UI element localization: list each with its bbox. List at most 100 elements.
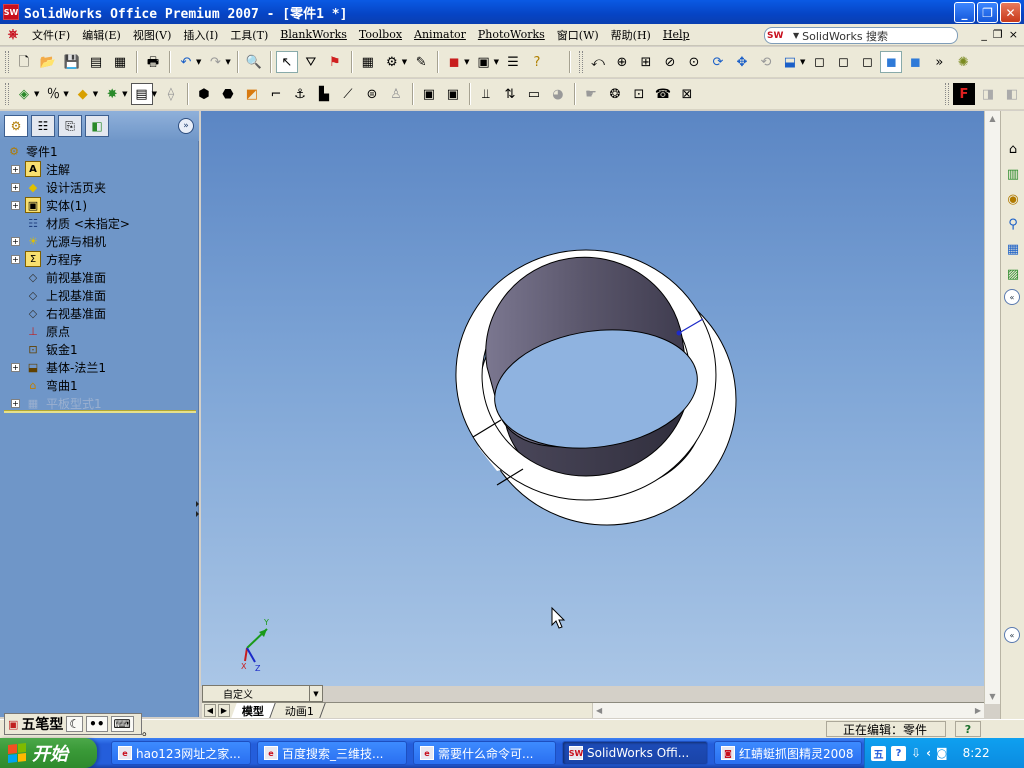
menu-tools[interactable]: 工具(T) bbox=[224, 27, 274, 43]
punctuation-icon[interactable]: •• bbox=[86, 716, 108, 732]
open-icon[interactable]: 📂 bbox=[37, 51, 59, 73]
zoom-area-icon[interactable]: ⊞ bbox=[635, 51, 657, 73]
ime-toolbar[interactable]: ▣ 五笔型 ☾ •• ⌨ bbox=[4, 713, 142, 735]
scroll-right-icon[interactable]: ▶ bbox=[975, 706, 981, 715]
tree-item-material[interactable]: ☷ 材质 <未指定> bbox=[0, 214, 199, 232]
chevron-down-icon[interactable]: ▼ bbox=[63, 90, 68, 98]
menu-animator[interactable]: Animator bbox=[408, 28, 472, 41]
view-orient-icon[interactable]: ▣ bbox=[473, 51, 495, 73]
tree-item-flat-bend[interactable]: ⌂ 弯曲1 bbox=[0, 376, 199, 394]
sketch-icon[interactable]: ✎ bbox=[410, 51, 432, 73]
restore-button[interactable]: ❐ bbox=[977, 2, 998, 23]
panel-splitter[interactable] bbox=[196, 501, 200, 527]
chevron-down-icon[interactable]: ▼ bbox=[309, 686, 322, 701]
simple-hole-icon[interactable]: ☛ bbox=[580, 83, 602, 105]
properties-icon[interactable]: ☰ bbox=[502, 51, 524, 73]
forming-tool-icon[interactable]: ⊜ bbox=[361, 83, 383, 105]
rotate-icon[interactable]: ⟳ bbox=[707, 51, 729, 73]
shaded-icon[interactable]: ◼ bbox=[904, 51, 926, 73]
chevron-down-icon[interactable]: ▼ bbox=[122, 90, 127, 98]
search-solidworks-icon[interactable]: SW bbox=[767, 28, 793, 43]
expand-icon[interactable]: + bbox=[11, 183, 20, 192]
zoom-inout-icon[interactable]: ⊘ bbox=[659, 51, 681, 73]
edge-flange-icon[interactable]: ⬢ bbox=[193, 83, 215, 105]
collapse-panel-icon[interactable]: » bbox=[178, 118, 194, 134]
scroll-down-icon[interactable]: ▼ bbox=[985, 689, 1000, 704]
configurationmanager-tab-icon[interactable]: ⎘ bbox=[58, 115, 82, 137]
expand-icon[interactable]: + bbox=[11, 399, 20, 408]
insert-bends-icon[interactable]: ▭ bbox=[523, 83, 545, 105]
doc-restore-button[interactable]: ❐ bbox=[993, 28, 1003, 41]
grid-icon[interactable]: ▦ bbox=[357, 51, 379, 73]
options-icon[interactable]: ⚙ bbox=[381, 51, 403, 73]
arrow-tray-icon[interactable]: ⇩ bbox=[911, 746, 921, 760]
menu-window[interactable]: 窗口(W) bbox=[551, 27, 605, 43]
clock[interactable]: 8:22 bbox=[963, 746, 990, 760]
print-icon[interactable]: ▤ bbox=[85, 51, 107, 73]
menu-view[interactable]: 视图(V) bbox=[127, 27, 178, 43]
save-icon[interactable]: 💾 bbox=[61, 51, 83, 73]
design-library-icon[interactable]: ▥ bbox=[1003, 164, 1023, 184]
tree-item-origin[interactable]: ⊥ 原点 bbox=[0, 322, 199, 340]
tree-item-sheet-metal[interactable]: ⊡ 钣金1 bbox=[0, 340, 199, 358]
appearances-icon[interactable]: ▨ bbox=[1003, 264, 1023, 284]
tree-item-design-binder[interactable]: + ◆ 设计活页夹 bbox=[0, 178, 199, 196]
show-hidden-icons-icon[interactable]: ‹ bbox=[926, 746, 931, 760]
zoom-to-page-icon[interactable]: 🔍 bbox=[243, 51, 265, 73]
chevron-down-icon[interactable]: ▼ bbox=[494, 58, 499, 66]
doc-close-button[interactable]: × bbox=[1009, 28, 1018, 41]
task-baidu[interactable]: e 百度搜索_三维技... bbox=[257, 741, 407, 765]
undo-icon[interactable]: ↶ bbox=[175, 51, 197, 73]
keyboard-icon[interactable]: ⌨ bbox=[110, 716, 134, 732]
propertymanager-tab-icon[interactable]: ☷ bbox=[31, 115, 55, 137]
base-flange-icon[interactable]: ▤ bbox=[130, 83, 153, 105]
expand-icon[interactable]: + bbox=[11, 255, 20, 264]
roll-icon[interactable]: ⟲ bbox=[755, 51, 777, 73]
bulb-icon[interactable]: ✺ bbox=[952, 51, 974, 73]
menu-edit[interactable]: 编辑(E) bbox=[76, 27, 127, 43]
camera-tray-icon[interactable]: ◙ bbox=[936, 746, 948, 760]
status-help-button[interactable]: ? bbox=[955, 721, 981, 737]
hem-icon[interactable]: ◩ bbox=[241, 83, 263, 105]
vertical-scrollbar[interactable]: ▲ ▼ bbox=[984, 111, 1000, 704]
split-ring-part[interactable] bbox=[455, 249, 737, 526]
fold-icon[interactable]: ♙ bbox=[385, 83, 407, 105]
arrow-handle[interactable] bbox=[676, 330, 682, 336]
zoom-fit-icon[interactable]: ⊕ bbox=[611, 51, 633, 73]
search-icon[interactable]: ⚲ bbox=[1003, 214, 1023, 234]
toolbar-grip[interactable] bbox=[5, 51, 9, 73]
sketched-bend-icon[interactable]: ⚓ bbox=[289, 83, 311, 105]
model-view[interactable]: Y X Z bbox=[201, 111, 984, 686]
tree-item-base-flange[interactable]: + ⬓ 基体-法兰1 bbox=[0, 358, 199, 376]
more-icon[interactable]: » bbox=[928, 51, 950, 73]
zoom-selection-icon[interactable]: ⊙ bbox=[683, 51, 705, 73]
3d-icon[interactable]: ◼ bbox=[443, 51, 465, 73]
extruded-cut-icon[interactable]: ◕ bbox=[547, 83, 569, 105]
chevron-down-icon[interactable]: ▼ bbox=[225, 58, 230, 66]
render-options-icon[interactable]: ◧ bbox=[1001, 83, 1023, 105]
print-setup-icon[interactable]: 🖶 bbox=[142, 51, 164, 73]
scroll-left-icon[interactable]: ◀ bbox=[596, 706, 602, 715]
print-preview-icon[interactable]: ▦ bbox=[109, 51, 131, 73]
tab-next-icon[interactable]: ▶ bbox=[218, 704, 230, 717]
graphics-area[interactable]: Y X Z bbox=[201, 111, 984, 686]
help-tray-icon[interactable]: ? bbox=[891, 745, 906, 761]
rebuild-icon[interactable]: ⚑ bbox=[324, 51, 346, 73]
toolbar-grip[interactable] bbox=[578, 51, 583, 73]
solidworks-logo-icon[interactable]: ⎈ bbox=[4, 26, 22, 44]
rip-icon[interactable]: ⇅ bbox=[499, 83, 521, 105]
half-moon-icon[interactable]: ☾ bbox=[66, 716, 84, 732]
menu-photoworks[interactable]: PhotoWorks bbox=[472, 28, 551, 41]
new-icon[interactable]: 🗋 bbox=[13, 51, 35, 73]
break-corner-icon[interactable]: ☎ bbox=[652, 83, 674, 105]
search-input[interactable]: SolidWorks 搜索 bbox=[802, 28, 888, 44]
view-orientation-icon[interactable]: ◈ bbox=[13, 83, 35, 105]
expand-icon[interactable]: + bbox=[11, 165, 20, 174]
menu-help-cn[interactable]: 帮助(H) bbox=[605, 27, 657, 43]
expand-task-pane-icon[interactable]: « bbox=[1004, 289, 1020, 305]
tree-item-solid-bodies[interactable]: + ▣ 实体(1) bbox=[0, 196, 199, 214]
chevron-down-icon[interactable]: ▼ bbox=[464, 58, 469, 66]
closed-corner-icon[interactable]: ⟋ bbox=[337, 83, 359, 105]
vent-icon[interactable]: ❂ bbox=[604, 83, 626, 105]
menu-help[interactable]: Help bbox=[657, 28, 696, 41]
